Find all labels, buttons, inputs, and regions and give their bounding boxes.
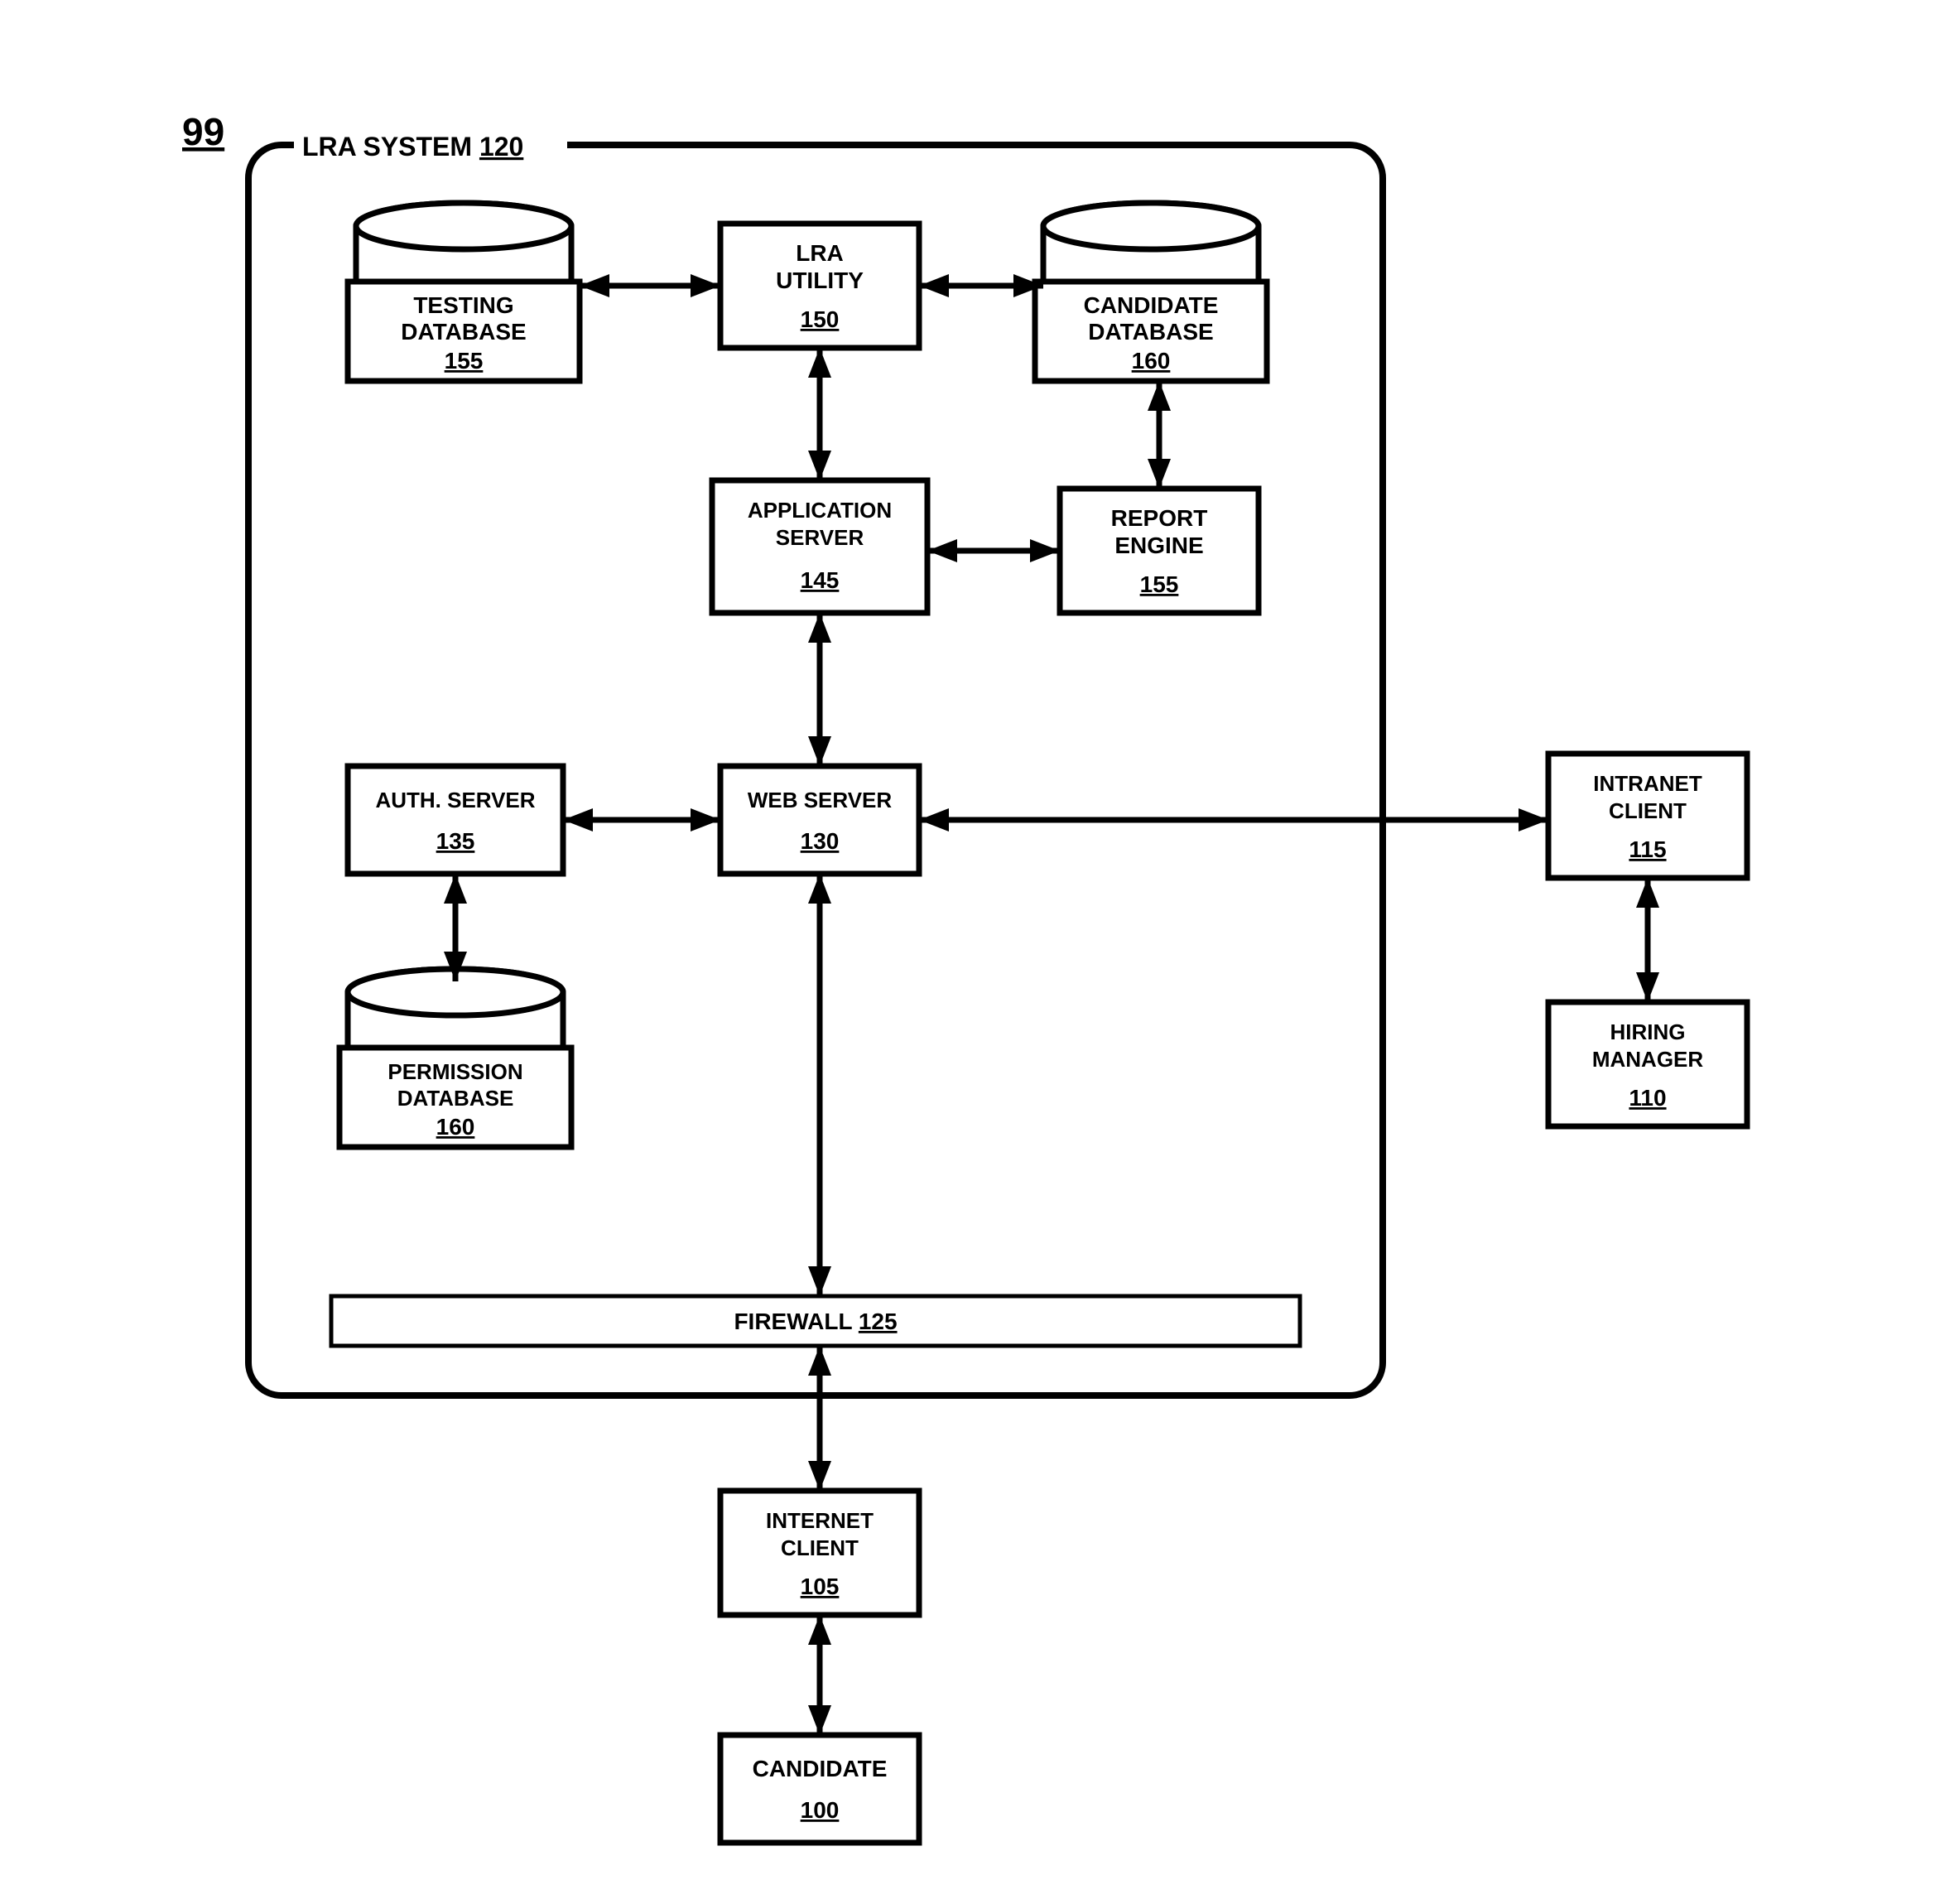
- node-web-server: [720, 766, 919, 874]
- svg-text:110: 110: [1629, 1085, 1666, 1111]
- svg-text:150: 150: [801, 306, 840, 332]
- svg-text:CLIENT: CLIENT: [781, 1535, 859, 1560]
- figure-ref: 99: [182, 110, 224, 153]
- node-auth-server: [348, 766, 563, 874]
- svg-text:MANAGER: MANAGER: [1592, 1047, 1704, 1072]
- svg-text:100: 100: [801, 1797, 840, 1823]
- svg-text:DATABASE: DATABASE: [397, 1086, 514, 1111]
- svg-text:LRA: LRA: [796, 240, 844, 266]
- svg-text:AUTH. SERVER: AUTH. SERVER: [375, 788, 535, 812]
- svg-text:FIREWALL 125: FIREWALL 125: [734, 1309, 897, 1334]
- svg-text:155: 155: [445, 348, 484, 374]
- svg-text:DATABASE: DATABASE: [1088, 319, 1213, 345]
- svg-text:160: 160: [436, 1114, 475, 1140]
- svg-text:WEB SERVER: WEB SERVER: [748, 788, 893, 812]
- svg-text:INTRANET: INTRANET: [1593, 771, 1702, 796]
- svg-text:CLIENT: CLIENT: [1609, 798, 1687, 823]
- svg-text:CANDIDATE: CANDIDATE: [753, 1756, 888, 1781]
- node-candidate: [720, 1735, 919, 1843]
- svg-text:105: 105: [801, 1574, 840, 1599]
- svg-text:UTILITY: UTILITY: [776, 268, 864, 293]
- svg-text:APPLICATION: APPLICATION: [748, 498, 892, 523]
- svg-text:160: 160: [1132, 348, 1171, 374]
- svg-text:115: 115: [1629, 836, 1666, 862]
- svg-text:DATABASE: DATABASE: [401, 319, 526, 345]
- svg-text:SERVER: SERVER: [776, 525, 864, 550]
- system-diagram: 99 LRA SYSTEM 120 TESTING DATABASE 155 T…: [0, 0, 1935, 1904]
- svg-text:HIRING: HIRING: [1610, 1019, 1686, 1044]
- system-frame-label: LRA SYSTEM 120: [302, 132, 523, 161]
- svg-text:REPORT: REPORT: [1111, 505, 1208, 531]
- svg-text:ENGINE: ENGINE: [1114, 533, 1203, 558]
- svg-text:130: 130: [801, 828, 840, 854]
- svg-text:155: 155: [1140, 571, 1179, 597]
- svg-text:INTERNET: INTERNET: [766, 1508, 874, 1533]
- svg-text:PERMISSION: PERMISSION: [387, 1059, 522, 1084]
- svg-text:135: 135: [436, 828, 475, 854]
- svg-text:TESTING: TESTING: [413, 292, 513, 318]
- svg-text:CANDIDATE: CANDIDATE: [1084, 292, 1219, 318]
- svg-text:145: 145: [801, 567, 840, 593]
